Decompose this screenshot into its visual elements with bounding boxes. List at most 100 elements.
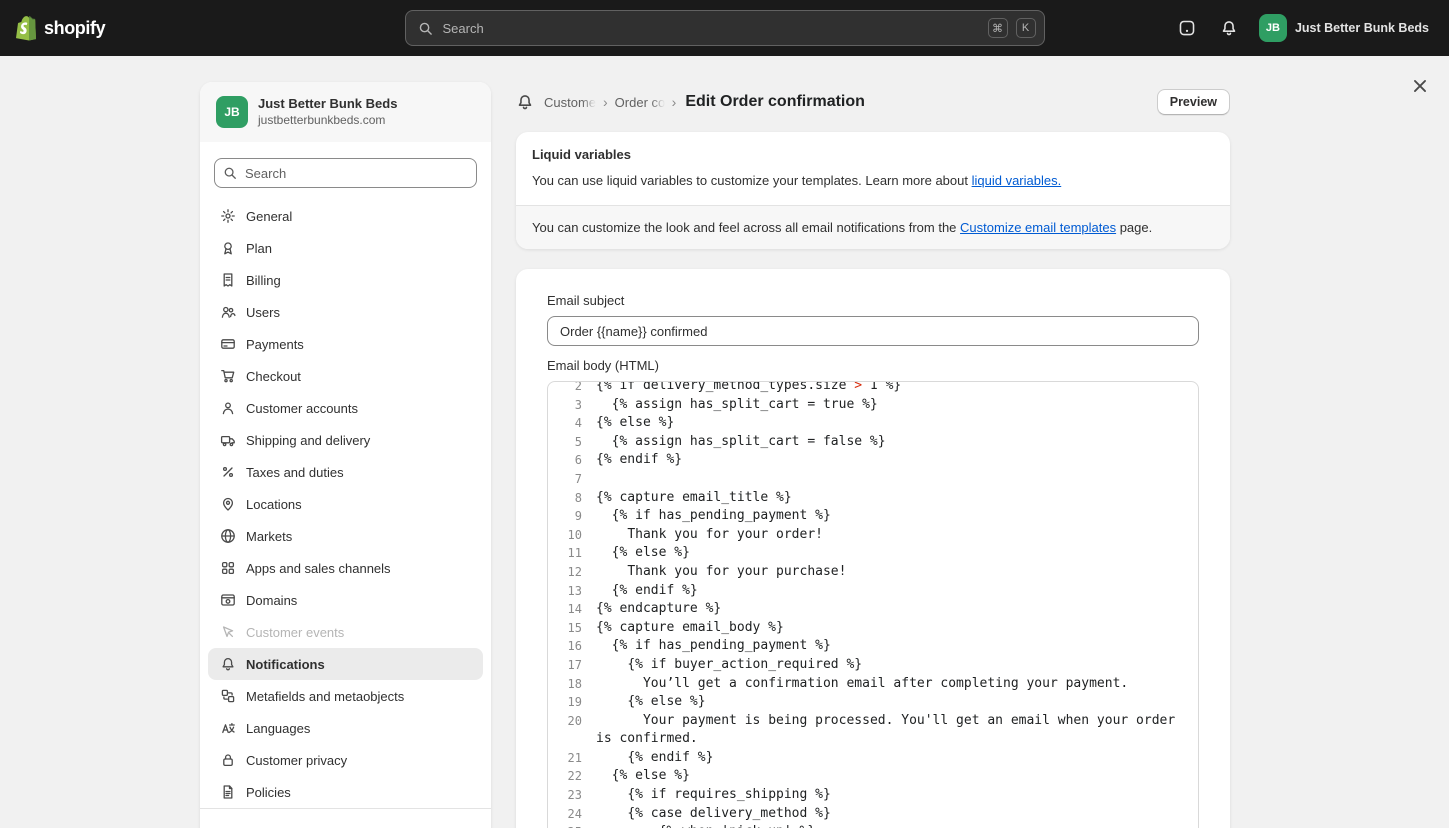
code-line: 17 {% if buyer_action_required %} [548, 656, 1198, 675]
line-number: 14 [567, 602, 582, 617]
code-text: {% case delivery_method %} [596, 805, 831, 821]
sidebar-item-notifications[interactable]: Notifications [208, 648, 483, 680]
settings-sidebar: JB Just Better Bunk Beds justbetterbunkb… [200, 82, 491, 828]
sidebar-item-checkout[interactable]: Checkout [208, 360, 483, 392]
code-text: {% endif %} [596, 582, 698, 598]
global-search-bar[interactable]: ⌘ K [404, 10, 1045, 46]
code-text: Thank you for your order! [596, 526, 823, 542]
liquid-variables-link[interactable]: liquid variables. [972, 173, 1062, 188]
code-line: 4 {% else %} [548, 414, 1198, 433]
sidebar-item-label: Domains [246, 592, 298, 608]
sidebar-item-label: Customer events [246, 624, 345, 640]
line-number: 15 [567, 620, 582, 635]
sidebar-item-customer-privacy[interactable]: Customer privacy [208, 744, 483, 776]
code-line: 12 Thank you for your purchase! [548, 563, 1198, 582]
preview-button[interactable]: Preview [1156, 89, 1230, 115]
code-text: {% if delivery_method_types.size > 1 %} [596, 381, 902, 393]
code-text: {% endif %} [596, 452, 683, 468]
sidebar-item-markets[interactable]: Markets [208, 520, 483, 552]
sidebar-item-domains[interactable]: Domains [208, 584, 483, 616]
topbar: shopify ⌘ K JB Just Better Bunk Beds [0, 0, 1449, 56]
code-text: {% if requires_shipping %} [596, 787, 831, 803]
search-icon [418, 21, 433, 36]
store-menu-button[interactable]: JB Just Better Bunk Beds [1255, 12, 1433, 44]
email-body-label: Email body (HTML) [547, 358, 659, 373]
breadcrumb-order-confirmation[interactable]: Order confirmation [615, 94, 665, 110]
checkout-icon [220, 368, 236, 384]
code-text: Thank you for your purchase! [596, 563, 847, 579]
policies-icon [220, 784, 236, 800]
banner-title: Liquid variables [532, 147, 631, 162]
line-number: 2 [574, 381, 582, 393]
line-number: 6 [574, 453, 582, 468]
main-content: Customer notifications › Order confirmat… [516, 82, 1230, 828]
page-header: Customer notifications › Order confirmat… [516, 87, 1230, 117]
sidebar-store-domain: justbetterbunkbeds.com [258, 113, 386, 127]
sidebar-item-label: Checkout [246, 368, 301, 384]
global-search-input[interactable] [440, 19, 980, 37]
sidebar-item-users[interactable]: Users [208, 296, 483, 328]
code-line: 14 {% endcapture %} [548, 600, 1198, 619]
code-text: {% else %} [596, 694, 706, 710]
code-text: {% if has_pending_payment %} [596, 508, 831, 524]
line-number: 13 [567, 583, 582, 598]
sidebar-item-label: General [246, 208, 293, 224]
code-line: 18 You’ll get a confirmation email after… [548, 675, 1198, 694]
code-line: 19 {% else %} [548, 693, 1198, 712]
sidebar-item-plan[interactable]: Plan [208, 232, 483, 264]
sidebar-store-avatar: JB [216, 96, 248, 128]
notifications-icon [220, 656, 236, 672]
code-line: 20 Your payment is being processed. You'… [548, 712, 1198, 749]
code-line: 9 {% if has_pending_payment %} [548, 507, 1198, 526]
line-number: 8 [574, 490, 582, 505]
code-lines: 2 {% if delivery_method_types.size > 1 %}… [548, 381, 1198, 828]
code-line: 22 {% else %} [548, 767, 1198, 786]
sidebar-item-apps-and-sales-channels[interactable]: Apps and sales channels [208, 552, 483, 584]
privacy-icon [220, 752, 236, 768]
sidebar-item-metafields-and-metaobjects[interactable]: Metafields and metaobjects [208, 680, 483, 712]
banner-footer-section: You can customize the look and feel acro… [516, 205, 1230, 249]
line-number: 17 [567, 657, 582, 672]
code-text: {% endcapture %} [596, 601, 722, 617]
code-text: {% capture email_title %} [596, 489, 792, 505]
code-line: 2 {% if delivery_method_types.size > 1 %} [548, 381, 1198, 396]
apps-icon [220, 560, 236, 576]
sidebar-item-customer-accounts[interactable]: Customer accounts [208, 392, 483, 424]
apps-icon[interactable] [1171, 12, 1203, 44]
line-number: 20 [567, 713, 582, 728]
notifications-bell-icon[interactable] [1213, 12, 1245, 44]
code-line: 8 {% capture email_title %} [548, 489, 1198, 508]
sidebar-item-shipping-and-delivery[interactable]: Shipping and delivery [208, 424, 483, 456]
taxes-icon [220, 464, 236, 480]
line-number: 3 [574, 397, 582, 412]
sidebar-item-general[interactable]: General [208, 200, 483, 232]
sidebar-item-taxes-and-duties[interactable]: Taxes and duties [208, 456, 483, 488]
sidebar-item-label: Payments [246, 336, 304, 352]
customize-email-templates-link[interactable]: Customize email templates [960, 220, 1116, 235]
sidebar-item-billing[interactable]: Billing [208, 264, 483, 296]
breadcrumb-customer-notifications[interactable]: Customer notifications [544, 94, 596, 110]
code-text: {% else %} [596, 545, 690, 561]
code-line: 13 {% endif %} [548, 582, 1198, 601]
code-line: 24 {% case delivery_method %} [548, 805, 1198, 824]
sidebar-item-payments[interactable]: Payments [208, 328, 483, 360]
customer-events-icon [220, 624, 236, 640]
email-subject-input[interactable] [547, 316, 1199, 346]
email-body-code-editor[interactable]: 2 {% if delivery_method_types.size > 1 %}… [547, 381, 1199, 828]
code-line: 16 {% if has_pending_payment %} [548, 637, 1198, 656]
sidebar-item-policies[interactable]: Policies [208, 776, 483, 808]
topbar-right-cluster: JB Just Better Bunk Beds [1171, 12, 1433, 44]
sidebar-item-languages[interactable]: Languages [208, 712, 483, 744]
settings-search-field[interactable] [214, 158, 477, 188]
line-number: 25 [548, 823, 582, 828]
sidebar-item-locations[interactable]: Locations [208, 488, 483, 520]
sidebar-item-label: Plan [246, 240, 273, 256]
line-number: 11 [567, 546, 582, 561]
settings-search-input[interactable] [243, 164, 468, 182]
code-line: 25 {% when 'pick-up' %} [548, 823, 1198, 828]
sidebar-item-label: Taxes and duties [246, 464, 344, 480]
code-line: 21 {% endif %} [548, 749, 1198, 768]
shopify-logo[interactable]: shopify [16, 15, 106, 41]
close-icon[interactable] [1407, 73, 1433, 99]
